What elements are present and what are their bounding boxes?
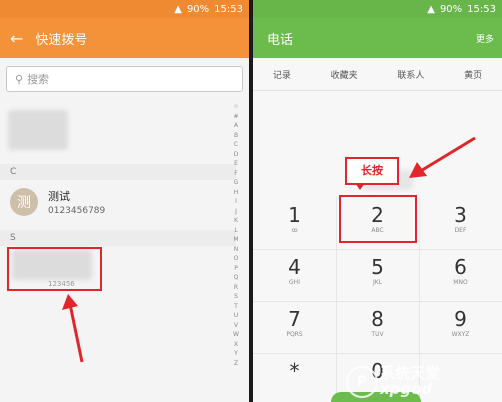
red-arrow-up: [62, 294, 84, 363]
search-icon: ⚲: [15, 72, 24, 86]
dial-key-digit: 8: [371, 307, 384, 331]
dial-key-digit: 5: [371, 255, 384, 279]
watermark-logo: P: [346, 366, 378, 398]
dial-key-letters: MNO: [453, 279, 468, 286]
dial-key-digit: 6: [454, 255, 467, 279]
index-letter[interactable]: H: [234, 188, 239, 198]
app-bar: 电话 更多: [253, 18, 502, 58]
dial-key-letters: DEF: [454, 227, 467, 234]
index-letter[interactable]: J: [235, 207, 237, 217]
watermark-sub: xpgod: [380, 380, 433, 398]
clock: 15:53: [467, 3, 496, 15]
index-letter[interactable]: S: [234, 292, 238, 302]
index-letter[interactable]: V: [234, 321, 238, 331]
index-letter[interactable]: X: [234, 340, 238, 350]
more-button[interactable]: 更多: [476, 32, 494, 45]
index-letter[interactable]: A: [234, 121, 238, 131]
index-letter[interactable]: G: [234, 178, 239, 188]
search-placeholder: 搜索: [27, 73, 50, 86]
index-letter[interactable]: N: [234, 245, 239, 255]
dial-key[interactable]: 9 WXYZ: [419, 301, 502, 353]
dialer-screen: ▲ 90% 15:53 电话 更多 记录 收藏夹 联系人 黄页 1 ꝏ 2 ABC 3 D…: [253, 0, 502, 402]
status-bar: ▲ 90% 15:53: [0, 0, 249, 18]
contact-item[interactable]: 测 测试 0123456789: [10, 188, 105, 216]
dial-key[interactable]: 5 JKL: [336, 249, 419, 301]
tab-log[interactable]: 记录: [273, 68, 291, 81]
dial-key-letters: JKL: [372, 279, 383, 286]
index-letter[interactable]: M: [233, 235, 238, 245]
dial-key-letters: WXYZ: [451, 331, 470, 338]
dial-key[interactable]: *: [253, 353, 336, 402]
tab-contacts[interactable]: 联系人: [397, 68, 424, 81]
dial-key-digit: 1: [288, 203, 301, 227]
page-title: 电话: [267, 32, 294, 48]
blurred-contact: [8, 110, 68, 150]
index-letter[interactable]: B: [234, 131, 238, 141]
page-title: 快速拨号: [35, 32, 88, 48]
alphabet-index[interactable]: ☆ # A B C D E F G H I J K L M N O P Q R S T U V W X Y Z: [231, 102, 241, 368]
red-arrow-left: [409, 136, 476, 178]
contact-name: 测试: [48, 190, 70, 203]
callout-tail: [355, 183, 365, 190]
section-header-s: S: [0, 230, 236, 246]
index-letter[interactable]: E: [234, 159, 238, 169]
dial-key-digit: 4: [288, 255, 301, 279]
dial-key[interactable]: 4 GHI: [253, 249, 336, 301]
index-letter[interactable]: Y: [234, 349, 238, 359]
index-letter[interactable]: #: [233, 112, 238, 122]
dial-key-letters: PQRS: [286, 331, 303, 338]
dial-key-letters: GHI: [289, 279, 300, 286]
dial-key-digit: *: [289, 359, 300, 383]
index-letter[interactable]: D: [234, 150, 239, 160]
index-letter[interactable]: K: [234, 216, 238, 226]
dial-key-digit: 3: [454, 203, 467, 227]
search-input[interactable]: ⚲ 搜索: [6, 66, 243, 92]
dial-key-digit: 9: [454, 307, 467, 331]
index-letter[interactable]: C: [234, 140, 238, 150]
tab-favorites[interactable]: 收藏夹: [331, 68, 358, 81]
index-letter[interactable]: I: [235, 197, 237, 207]
contact-number: 0123456789: [48, 206, 106, 216]
speed-dial-screen: ▲ 90% 15:53 ← 快速拨号 ⚲ 搜索 C 测 测试 012345678…: [0, 0, 249, 402]
battery-text: 90%: [439, 3, 463, 15]
section-header-c: C: [0, 164, 236, 180]
index-letter[interactable]: U: [234, 311, 238, 321]
index-letter[interactable]: O: [234, 254, 239, 264]
dial-key-digit: 7: [288, 307, 301, 331]
avatar: 测: [10, 188, 38, 216]
dial-key-letters: ꝏ: [291, 227, 298, 234]
status-bar: ▲ 90% 15:53: [253, 0, 502, 18]
index-letter[interactable]: Z: [234, 359, 238, 369]
index-letter[interactable]: R: [234, 283, 238, 293]
index-letter[interactable]: P: [234, 264, 238, 274]
index-letter[interactable]: ☆: [233, 102, 238, 112]
dial-key[interactable]: 8 TUV: [336, 301, 419, 353]
battery-text: 90%: [186, 3, 210, 15]
clock: 15:53: [214, 3, 243, 15]
tab-yellow-pages[interactable]: 黄页: [464, 68, 482, 81]
dial-key[interactable]: 6 MNO: [419, 249, 502, 301]
watermark: P 系统天堂 xpgod: [346, 362, 496, 400]
back-arrow-icon[interactable]: ←: [10, 29, 23, 48]
index-letter[interactable]: T: [234, 302, 238, 312]
index-letter[interactable]: Q: [234, 273, 239, 283]
dial-key-letters: TUV: [371, 331, 384, 338]
app-bar: ← 快速拨号: [0, 18, 249, 58]
signal-icon: ▲: [427, 3, 435, 15]
long-press-callout: 长按: [345, 157, 399, 185]
dial-key[interactable]: 7 PQRS: [253, 301, 336, 353]
dial-key[interactable]: 1ꝏ: [253, 197, 336, 249]
index-letter[interactable]: L: [234, 226, 237, 236]
highlight-box: [7, 247, 102, 291]
index-letter[interactable]: W: [233, 330, 239, 340]
signal-icon: ▲: [174, 3, 182, 15]
tab-bar: 记录 收藏夹 联系人 黄页: [253, 58, 502, 91]
dial-key[interactable]: 3 DEF: [419, 197, 502, 249]
index-letter[interactable]: F: [234, 169, 237, 179]
highlight-box: [339, 195, 417, 243]
